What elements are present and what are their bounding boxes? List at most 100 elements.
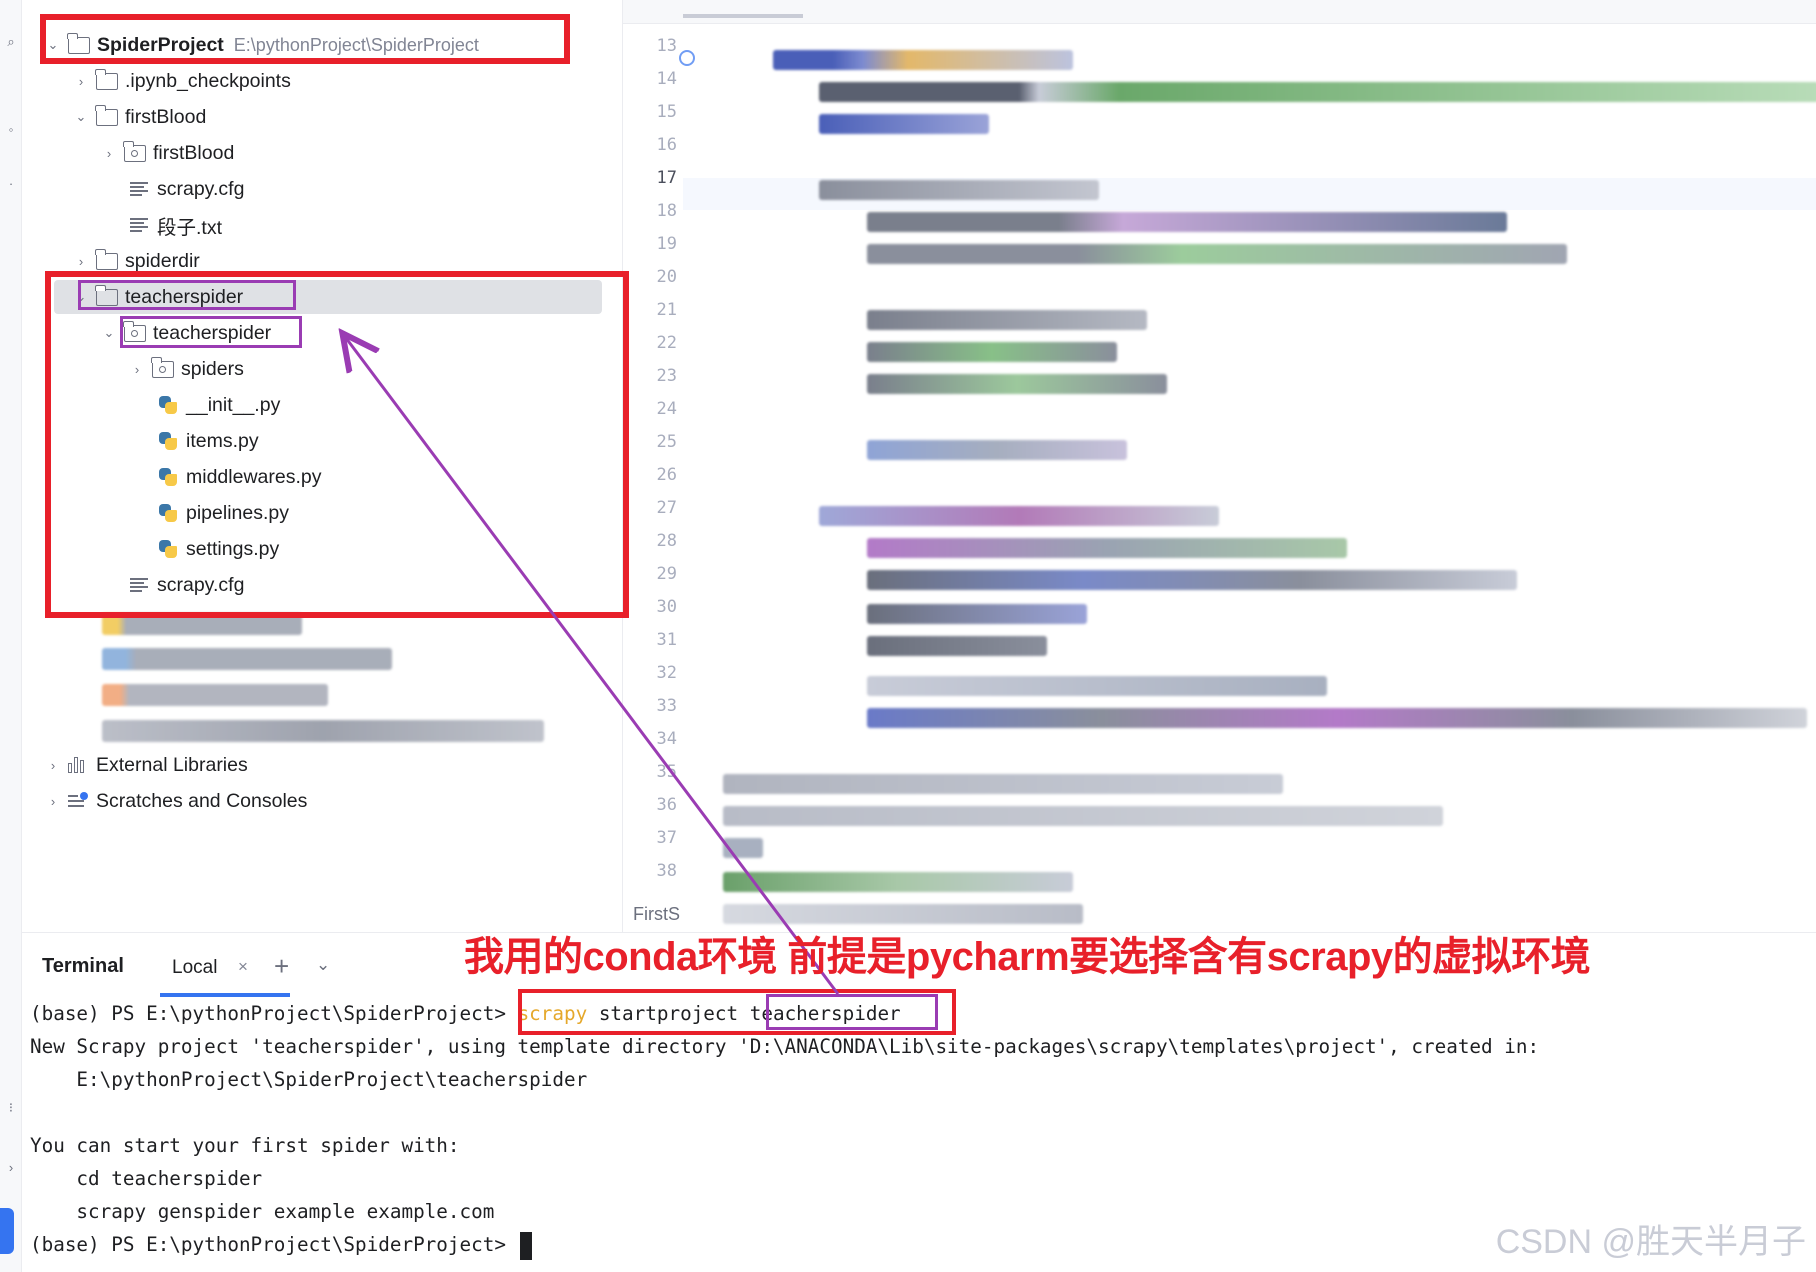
line-number: 24 — [656, 399, 677, 419]
terminal-tab-local[interactable]: Local — [172, 957, 217, 979]
chevron-right-icon[interactable]: › — [44, 792, 62, 810]
tree-item-label: firstBlood — [125, 105, 207, 128]
command-verb: startproject — [598, 1002, 739, 1025]
tool-window-strip: ⌕ ◦ · ⁝ › — [0, 0, 22, 1272]
terminal-prompt-line[interactable]: (base) PS E:\pythonProject\SpiderProject… — [30, 1230, 532, 1260]
tree-item-init-py[interactable]: __init__.py — [158, 388, 280, 422]
line-number: 25 — [656, 432, 677, 452]
tree-item-scrapy-cfg-2[interactable]: scrapy.cfg — [130, 568, 244, 602]
chevron-down-icon[interactable]: ⌄ — [72, 288, 90, 306]
chevron-down-icon[interactable]: ⌄ — [316, 955, 330, 975]
line-number: 35 — [656, 762, 677, 782]
chevron-down-icon[interactable]: ⌄ — [44, 36, 62, 54]
tree-item-label: middlewares.py — [186, 465, 322, 488]
code-editor[interactable]: 13 14 15 16 17 18 19 20 21 22 23 24 25 26 27 28 29 30 31 32… — [622, 0, 1816, 932]
search-icon[interactable]: ⌕ — [3, 34, 19, 50]
tree-item-duanzi-txt[interactable]: 段子.txt — [130, 208, 222, 242]
folder-icon — [95, 248, 118, 270]
tree-root[interactable]: ⌄ SpiderProject E:\pythonProject\SpiderP… — [44, 28, 479, 62]
chevron-right-icon[interactable]: › — [44, 756, 62, 774]
line-number: 31 — [656, 630, 677, 650]
tree-item-firstblood[interactable]: ⌄ firstBlood — [72, 100, 206, 134]
blurred-code-line — [867, 570, 1517, 590]
blurred-code-line — [867, 440, 1127, 460]
terminal-prompt: (base) PS E:\pythonProject\SpiderProject… — [30, 1233, 506, 1256]
blurred-code-line — [867, 342, 1117, 362]
chevron-right-icon[interactable]: › — [100, 144, 118, 162]
tree-item-firstblood-pkg[interactable]: › firstBlood — [100, 136, 234, 170]
package-folder-icon — [151, 356, 174, 378]
chevron-right-icon[interactable]: › — [72, 252, 90, 270]
editor-breadcrumb[interactable]: FirstS — [633, 904, 680, 925]
library-icon — [68, 757, 88, 773]
line-number: 28 — [656, 531, 677, 551]
terminal-output-line: You can start your first spider with: — [30, 1134, 460, 1157]
package-folder-icon — [123, 320, 146, 342]
close-icon[interactable]: × — [238, 957, 248, 977]
editor-tab-bar — [623, 0, 1816, 24]
blurred-code-line — [867, 310, 1147, 330]
structure-icon[interactable]: ◦ — [3, 122, 19, 138]
blurred-code-line — [819, 114, 989, 134]
chevron-right-icon[interactable]: › — [3, 1160, 19, 1176]
blurred-tree-item[interactable] — [102, 613, 302, 635]
blurred-code-line — [819, 506, 1219, 526]
line-number: 13 — [656, 36, 677, 56]
terminal-output-line: New Scrapy project 'teacherspider', usin… — [30, 1035, 1540, 1058]
python-file-icon — [158, 539, 178, 559]
tree-item-label: spiders — [181, 357, 244, 380]
run-gutter-icon[interactable] — [679, 50, 695, 66]
tree-item-spiderdir[interactable]: › spiderdir — [72, 244, 200, 278]
blurred-code-line — [723, 806, 1443, 826]
folder-icon — [95, 284, 118, 306]
chevron-down-icon[interactable]: ⌄ — [72, 108, 90, 126]
tree-item-label: teacherspider — [153, 321, 272, 344]
python-file-icon — [158, 395, 178, 415]
tree-item-ipynb[interactable]: › .ipynb_checkpoints — [72, 64, 291, 98]
blurred-tree-item[interactable] — [102, 720, 544, 742]
line-number: 30 — [656, 597, 677, 617]
blurred-tree-item[interactable] — [102, 684, 328, 706]
line-number: 21 — [656, 300, 677, 320]
blurred-code-line — [773, 50, 1073, 70]
tree-item-scrapy-cfg[interactable]: scrapy.cfg — [130, 172, 244, 206]
scratches-icon — [68, 792, 88, 810]
line-number: 17 — [656, 168, 677, 188]
more-icon[interactable]: · — [3, 176, 19, 192]
tree-item-pipelines-py[interactable]: pipelines.py — [158, 496, 289, 530]
blurred-code-line — [723, 872, 1073, 892]
line-number: 37 — [656, 828, 677, 848]
tree-item-label: spiderdir — [125, 249, 200, 272]
terminal-tool-button[interactable] — [0, 1208, 14, 1254]
root-name: SpiderProject — [97, 33, 224, 56]
terminal-output-line: E:\pythonProject\SpiderProject\teachersp… — [30, 1068, 588, 1091]
tree-item-middlewares-py[interactable]: middlewares.py — [158, 460, 321, 494]
blurred-tree-item[interactable] — [102, 648, 392, 670]
project-tree-panel: ⌄ SpiderProject E:\pythonProject\SpiderP… — [22, 0, 622, 932]
blurred-code-line — [819, 180, 1099, 200]
text-file-icon — [130, 577, 148, 593]
tree-item-external-libraries[interactable]: › External Libraries — [44, 748, 248, 782]
tree-item-settings-py[interactable]: settings.py — [158, 532, 279, 566]
chevron-right-icon[interactable]: › — [72, 72, 90, 90]
chevron-down-icon[interactable]: ⌄ — [100, 324, 118, 342]
root-path: E:\pythonProject\SpiderProject — [233, 34, 479, 55]
terminal-title: Terminal — [42, 955, 124, 977]
tree-item-label: External Libraries — [96, 753, 248, 776]
terminal-output-line: cd teacherspider — [30, 1167, 263, 1190]
tree-item-scratches[interactable]: › Scratches and Consoles — [44, 784, 308, 818]
tree-item-teacherspider-pkg[interactable]: ⌄ teacherspider — [100, 316, 271, 350]
services-icon[interactable]: ⁝ — [3, 1100, 19, 1116]
line-number: 34 — [656, 729, 677, 749]
blurred-code-line — [867, 604, 1087, 624]
add-tab-button[interactable]: + — [274, 951, 289, 982]
chevron-right-icon[interactable]: › — [128, 360, 146, 378]
blurred-code-line — [723, 774, 1283, 794]
tree-item-label: teacherspider — [125, 285, 244, 308]
tree-item-teacherspider[interactable]: ⌄ teacherspider — [54, 280, 602, 314]
tree-item-label: 段子.txt — [157, 216, 223, 239]
tree-item-spiders[interactable]: › spiders — [128, 352, 244, 386]
tree-item-items-py[interactable]: items.py — [158, 424, 259, 458]
terminal-output-line: scrapy genspider example example.com — [30, 1200, 495, 1223]
tree-item-label: pipelines.py — [186, 501, 289, 524]
